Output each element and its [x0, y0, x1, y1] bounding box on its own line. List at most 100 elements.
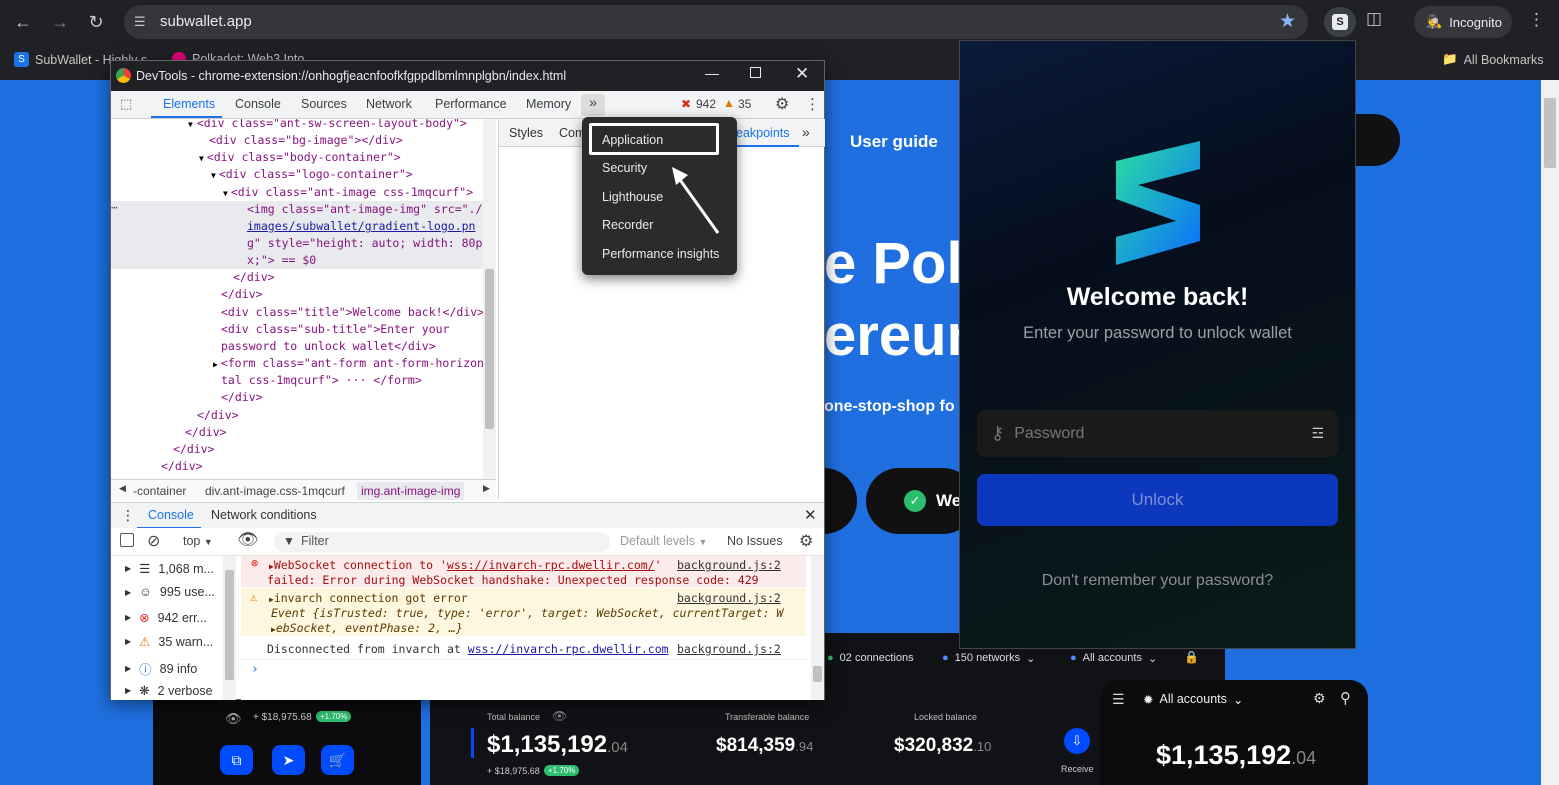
inspect-element-icon[interactable]: ⬚: [120, 96, 132, 112]
breadcrumb-right-icon[interactable]: ▶: [483, 483, 490, 494]
back-icon[interactable]: ←: [9, 8, 37, 36]
sidebar-item-verbose[interactable]: ▶ ❋ 2 verbose: [125, 683, 213, 699]
sidebar-toggle-icon[interactable]: [120, 533, 134, 547]
error-count-icon[interactable]: ✖: [681, 97, 691, 111]
expand-triangle-icon[interactable]: ▶: [125, 686, 131, 695]
sidebar-item-errors[interactable]: ▶ ⊗ 942 err...: [125, 610, 207, 626]
minimize-icon[interactable]: —: [705, 65, 719, 81]
receive-label[interactable]: Receive: [1061, 764, 1094, 774]
dom-line[interactable]: tal css-1mqcurf"> ··· </form>: [221, 372, 422, 389]
extensions-icon[interactable]: ◫: [1366, 9, 1382, 29]
lock-icon[interactable]: 🔒: [1184, 650, 1199, 664]
tab-performance[interactable]: Performance: [435, 97, 507, 111]
password-field[interactable]: ⚷ Password ☲: [977, 410, 1338, 457]
accounts-pill[interactable]: ● All accounts ⌄: [1070, 652, 1157, 665]
dom-line[interactable]: </div>: [221, 389, 263, 406]
log-levels-select[interactable]: Default levels ▼: [620, 534, 707, 548]
dom-line-selected[interactable]: x;"> == $0: [247, 252, 316, 269]
mobile-accounts-select[interactable]: ✹ All accounts ⌄: [1143, 692, 1243, 707]
site-info-icon[interactable]: ☰: [134, 14, 150, 30]
filter-input[interactable]: ▼ Filter: [274, 532, 610, 552]
console-settings-gear-icon[interactable]: ⚙: [799, 531, 813, 551]
expand-triangle-icon[interactable]: ▶: [125, 637, 131, 646]
all-bookmarks[interactable]: 📁 All Bookmarks: [1442, 52, 1543, 67]
node-ellipsis-icon[interactable]: ⋯: [111, 199, 118, 216]
tab-network[interactable]: Network: [366, 97, 412, 111]
drawer-tab-console[interactable]: Console: [148, 508, 194, 522]
settings-gear-icon[interactable]: ⚙: [775, 94, 789, 114]
dom-line[interactable]: ▼ <div class="ant-image css-1mqcurf">: [223, 184, 473, 202]
menu-item-recorder[interactable]: Recorder: [602, 218, 653, 232]
log-ws-link[interactable]: wss://invarch-rpc.dwellir.com: [468, 642, 669, 656]
address-bar[interactable]: ☰ subwallet.app ★: [124, 5, 1308, 39]
breadcrumb-item[interactable]: -container: [133, 484, 186, 498]
dom-line[interactable]: ▼ <div class="logo-container">: [211, 166, 413, 184]
menu-item-performance-insights[interactable]: Performance insights: [602, 247, 719, 261]
clear-console-icon[interactable]: ⊘: [147, 531, 160, 551]
menu-item-security[interactable]: Security: [602, 161, 647, 175]
breadcrumb-left-icon[interactable]: ◀: [119, 483, 126, 494]
url-text[interactable]: subwallet.app: [160, 13, 252, 30]
expand-triangle-icon[interactable]: ▶: [213, 360, 218, 369]
hide-balance-icon[interactable]: 👁: [552, 709, 567, 723]
error-ws-link[interactable]: wss://invarch-rpc.dwellir.com/: [447, 558, 655, 572]
tab-memory[interactable]: Memory: [526, 97, 571, 111]
copy-icon[interactable]: ⧉: [220, 745, 253, 775]
dom-line[interactable]: <div class="sub-title">Enter your: [221, 321, 449, 338]
sidebar-item-user-messages[interactable]: ▶ ☺ 995 use...: [125, 585, 215, 599]
sidebar-item-messages[interactable]: ▶ ☰ 1,068 m...: [125, 561, 214, 577]
console-log-row[interactable]: Disconnected from invarch at wss://invar…: [241, 638, 806, 660]
bookmark-star-icon[interactable]: ★: [1279, 10, 1296, 33]
dom-line-selected[interactable]: g" style="height: auto; width: 80p: [247, 235, 482, 252]
drawer-menu-icon[interactable]: ⋮: [121, 507, 135, 524]
dom-line[interactable]: </div>: [185, 424, 227, 441]
password-input[interactable]: Password: [1014, 425, 1311, 443]
dom-line[interactable]: ▶ <form class="ant-form ant-form-horizon: [213, 355, 484, 373]
collapse-triangle-icon[interactable]: ▼: [199, 154, 204, 163]
console-warning-row[interactable]: ⚠ ▶invarch connection got error Event {i…: [241, 588, 806, 636]
tab-console[interactable]: Console: [235, 97, 281, 111]
sidebar-scrollbar[interactable]: [223, 556, 236, 700]
customize-kebab-icon[interactable]: ⋮: [805, 95, 820, 113]
dom-line[interactable]: password to unlock wallet</div>: [221, 338, 436, 355]
tab-sources[interactable]: Sources: [301, 97, 347, 111]
breadcrumb-item[interactable]: div.ant-image.css-1mqcurf: [205, 484, 345, 498]
console-error-row[interactable]: ⊗ ▶WebSocket connection to 'wss://invarc…: [241, 556, 806, 587]
maximize-icon[interactable]: [750, 67, 761, 78]
issues-button[interactable]: No Issues: [727, 534, 783, 548]
menu-item-application[interactable]: Application: [602, 133, 663, 147]
dom-line-selected[interactable]: <img class="ant-image-img" src="./: [247, 201, 482, 218]
connections-pill[interactable]: ● 02 connections: [827, 652, 914, 664]
source-link[interactable]: background.js:2: [677, 591, 781, 605]
send-icon[interactable]: ➤: [272, 745, 305, 775]
dom-line[interactable]: <div class="bg-image"></div>: [209, 132, 403, 149]
dom-line[interactable]: </div>: [173, 441, 215, 458]
forward-icon[interactable]: →: [46, 8, 74, 36]
more-tabs-icon[interactable]: »: [581, 94, 605, 116]
dom-line[interactable]: <div class="title">Welcome back!</div>: [221, 304, 484, 321]
receive-icon[interactable]: ⇩: [1064, 728, 1090, 754]
tab-elements[interactable]: Elements: [163, 97, 215, 111]
dom-line[interactable]: ▼ <div class="body-container">: [199, 149, 401, 167]
drawer-tab-network-conditions[interactable]: Network conditions: [211, 508, 317, 522]
expand-triangle-icon[interactable]: ▶: [125, 613, 131, 622]
reload-icon[interactable]: ↻: [82, 8, 110, 36]
expand-triangle-icon[interactable]: ▶: [125, 564, 131, 573]
dom-line[interactable]: </div>: [161, 458, 203, 475]
console-prompt-icon[interactable]: ›: [251, 662, 259, 677]
source-link[interactable]: background.js:2: [677, 642, 781, 656]
collapse-triangle-icon[interactable]: ▼: [211, 171, 216, 180]
collapse-triangle-icon[interactable]: ▼: [223, 189, 228, 198]
live-expression-eye-icon[interactable]: 👁: [237, 530, 259, 550]
tab-styles[interactable]: Styles: [509, 126, 543, 140]
eye-closed-icon[interactable]: ☲: [1311, 425, 1324, 442]
menu-item-lighthouse[interactable]: Lighthouse: [602, 190, 663, 204]
elements-scrollbar[interactable]: [483, 119, 496, 485]
hamburger-icon[interactable]: ☰: [1112, 691, 1125, 708]
warning-count[interactable]: 35: [738, 97, 751, 111]
context-select[interactable]: top ▼: [183, 534, 213, 548]
hide-balance-icon[interactable]: 👁: [225, 711, 242, 727]
page-scrollbar[interactable]: [1541, 80, 1559, 785]
networks-pill[interactable]: ● 150 networks ⌄: [942, 652, 1035, 665]
cart-icon[interactable]: 🛒: [321, 745, 354, 775]
